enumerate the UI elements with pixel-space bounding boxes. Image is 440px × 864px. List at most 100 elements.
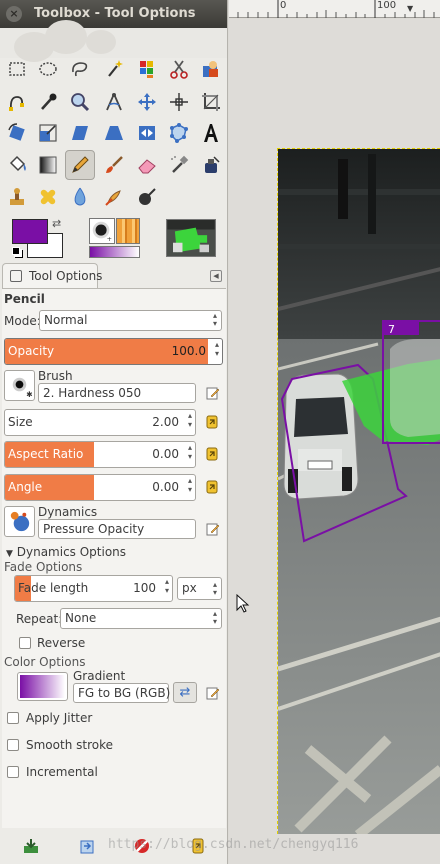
bucket-fill-icon[interactable] <box>2 150 32 180</box>
fade-length-stepper-icon[interactable]: ▴ ▾ <box>165 577 169 595</box>
reverse-gradient-button[interactable]: ⇄ <box>173 682 197 703</box>
aspect-ratio-value: 0.00 <box>152 447 179 461</box>
measure-icon[interactable] <box>99 87 129 117</box>
select-by-color-icon[interactable] <box>132 54 162 84</box>
paths-icon[interactable] <box>2 87 32 117</box>
svg-text:+: + <box>107 235 112 243</box>
angle-slider[interactable]: Angle 0.00 ▴ ▾ <box>4 474 196 501</box>
toolbox-panel: × Toolbox - Tool Options ⇄ + Tool Option… <box>0 0 228 864</box>
opacity-stepper-icon[interactable]: ▴ ▾ <box>215 340 219 358</box>
size-label: Size <box>8 415 33 429</box>
smudge-icon[interactable] <box>99 182 129 212</box>
save-options-icon[interactable] <box>22 837 40 855</box>
heal-icon[interactable] <box>33 182 63 212</box>
cage-transform-icon[interactable] <box>164 118 194 148</box>
apply-jitter-checkbox[interactable] <box>7 712 19 724</box>
reset-angle-icon[interactable] <box>204 479 220 495</box>
close-window-button[interactable]: × <box>6 6 22 22</box>
svg-text:✱: ✱ <box>26 390 33 399</box>
repeat-select[interactable]: None ▴ ▾ <box>60 608 222 629</box>
dynamics-button[interactable] <box>4 506 35 537</box>
blur-icon[interactable] <box>65 182 95 212</box>
fade-unit-select[interactable]: px ▴ ▾ <box>177 577 222 600</box>
clone-icon[interactable] <box>2 182 32 212</box>
chevron-updown-icon: ▴ ▾ <box>212 580 217 597</box>
scissors-select-icon[interactable] <box>164 54 194 84</box>
tab-menu-icon[interactable]: ◀ <box>210 270 222 282</box>
move-icon[interactable] <box>132 87 162 117</box>
gradient-field[interactable]: FG to BG (RGB) <box>73 683 171 703</box>
image-canvas[interactable]: 7 <box>277 148 440 834</box>
gradient-value: FG to BG (RGB) <box>78 686 171 700</box>
title-bar: × Toolbox - Tool Options <box>0 0 227 28</box>
mode-select[interactable]: Normal ▴ ▾ <box>39 310 222 331</box>
chevron-updown-icon: ▴ ▾ <box>212 609 217 626</box>
color-picker-icon[interactable] <box>33 87 63 117</box>
blend-icon[interactable] <box>33 150 63 180</box>
smooth-stroke-checkbox[interactable] <box>7 739 19 751</box>
airbrush-icon[interactable] <box>164 150 194 180</box>
brush-label: Brush <box>38 369 73 383</box>
foreground-select-icon[interactable] <box>196 54 226 84</box>
flip-icon[interactable] <box>132 118 162 148</box>
tab-tool-options[interactable]: Tool Options <box>2 263 102 288</box>
reset-aspect-ratio-icon[interactable] <box>204 446 220 462</box>
dynamics-options-label: Dynamics Options <box>16 545 127 559</box>
angle-value: 0.00 <box>152 480 179 494</box>
gradient-button[interactable] <box>17 672 68 701</box>
restore-options-icon[interactable] <box>78 837 96 855</box>
rect-select-icon[interactable] <box>2 54 32 84</box>
gradient-preview[interactable] <box>89 246 140 258</box>
edit-gradient-icon[interactable] <box>206 686 220 700</box>
aspect-ratio-stepper-icon[interactable]: ▴ ▾ <box>188 443 192 461</box>
ruler-label-0: 0 <box>280 0 287 11</box>
aspect-ratio-slider[interactable]: Aspect Ratio 0.00 ▴ ▾ <box>4 441 196 468</box>
edit-dynamics-icon[interactable] <box>206 522 220 536</box>
incremental-checkbox[interactable] <box>7 766 19 778</box>
edit-brush-icon[interactable] <box>206 386 220 400</box>
paintbrush-icon[interactable] <box>99 150 129 180</box>
eraser-icon[interactable] <box>132 150 162 180</box>
default-colors-icon[interactable] <box>12 247 20 255</box>
opacity-slider[interactable]: Opacity 100.0 ▴ ▾ <box>4 338 223 365</box>
box-label: 7 <box>388 323 395 336</box>
text-icon[interactable] <box>196 118 226 148</box>
rotate-icon[interactable] <box>2 118 32 148</box>
fuzzy-select-icon[interactable] <box>99 54 129 84</box>
size-slider[interactable]: Size 2.00 ▴ ▾ <box>4 409 196 436</box>
brush-value: 2. Hardness 050 <box>43 386 142 400</box>
perspective-icon[interactable] <box>99 118 129 148</box>
free-select-icon[interactable] <box>65 54 95 84</box>
fade-length-slider[interactable]: Fade length 100 ▴ ▾ <box>14 575 173 602</box>
foreground-color-swatch[interactable] <box>12 219 48 244</box>
align-icon[interactable] <box>164 87 194 117</box>
angle-stepper-icon[interactable]: ▴ ▾ <box>188 476 192 494</box>
crop-icon[interactable] <box>196 87 226 117</box>
shear-icon[interactable] <box>65 118 95 148</box>
brush-preview[interactable]: + <box>89 218 115 244</box>
angle-label: Angle <box>8 480 43 494</box>
dynamics-field[interactable]: Pressure Opacity <box>38 519 196 539</box>
smooth-stroke-label: Smooth stroke <box>26 738 113 752</box>
swap-colors-icon[interactable]: ⇄ <box>52 217 61 230</box>
size-stepper-icon[interactable]: ▴ ▾ <box>188 411 192 429</box>
mode-label: Mode: <box>4 314 41 328</box>
brush-button[interactable]: ✱ <box>4 370 35 401</box>
reverse-checkbox[interactable] <box>19 637 31 649</box>
ellipse-select-icon[interactable] <box>33 54 63 84</box>
pattern-preview[interactable] <box>116 218 140 244</box>
pencil-icon[interactable] <box>65 150 95 180</box>
mode-value: Normal <box>44 313 88 327</box>
scale-icon[interactable] <box>33 118 63 148</box>
zoom-icon[interactable] <box>65 87 95 117</box>
brush-field[interactable]: 2. Hardness 050 <box>38 383 196 403</box>
active-image-thumbnail[interactable] <box>166 219 216 257</box>
reset-size-icon[interactable] <box>204 414 220 430</box>
watermark-text: https://blog.csdn.net/chengyq116 <box>108 837 359 852</box>
ruler-label-100: 100 <box>377 0 397 11</box>
ink-icon[interactable] <box>196 150 226 180</box>
dynamics-options-expander[interactable]: ▼ Dynamics Options <box>6 545 126 559</box>
triangle-down-icon: ▼ <box>6 549 13 559</box>
fade-length-value: 100 <box>133 581 156 595</box>
dodge-burn-icon[interactable] <box>132 182 162 212</box>
